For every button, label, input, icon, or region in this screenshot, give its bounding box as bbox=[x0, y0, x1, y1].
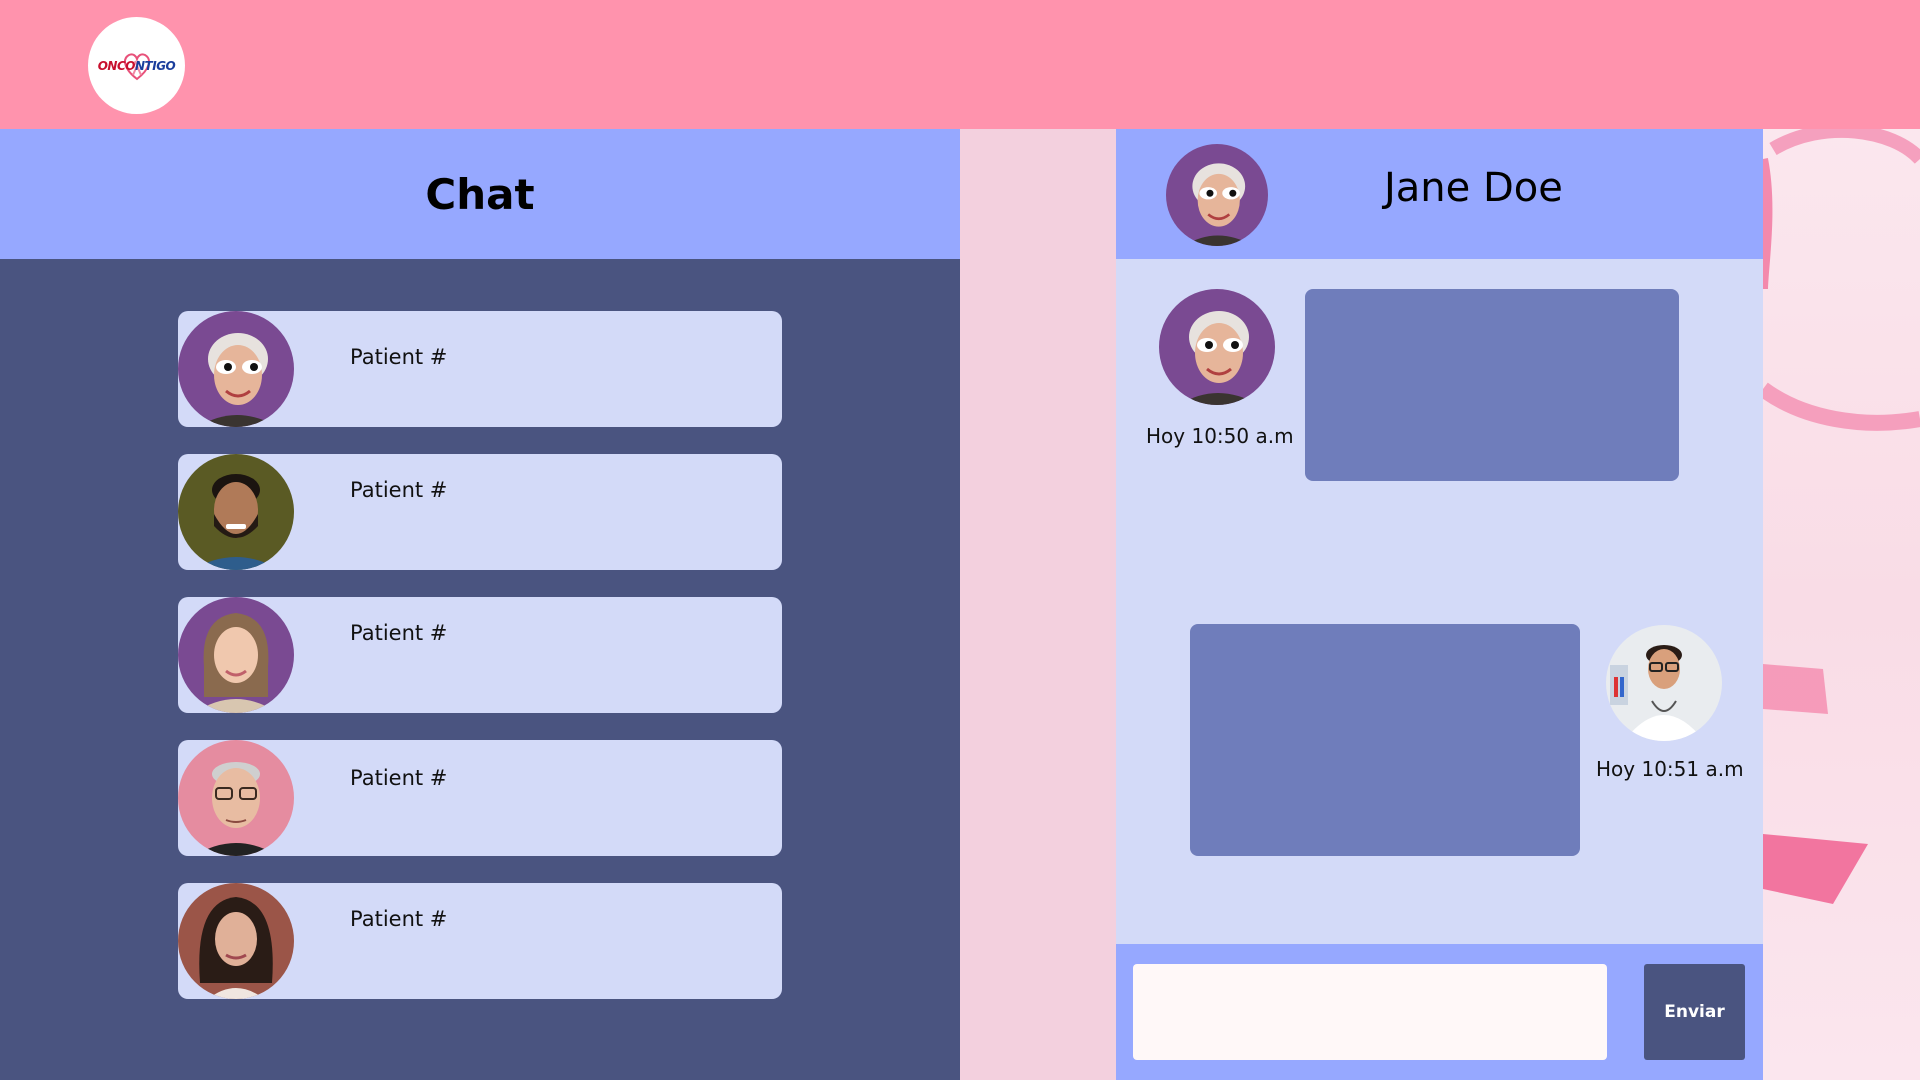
patient-avatar bbox=[178, 597, 294, 713]
avatar-elderly-woman-sunglasses-icon bbox=[1166, 144, 1268, 246]
chat-list-panel: Chat Patient # Patient # Patient # Patie… bbox=[0, 129, 960, 1080]
message-composer: Enviar bbox=[1116, 944, 1763, 1080]
contact-name: Jane Doe bbox=[1384, 165, 1563, 211]
send-button[interactable]: Enviar bbox=[1644, 964, 1745, 1060]
avatar-elderly-woman-sunglasses-icon bbox=[178, 311, 294, 427]
patient-avatar bbox=[178, 311, 294, 427]
avatar-young-woman-icon bbox=[178, 597, 294, 713]
avatar-woman-dark-hair-icon bbox=[178, 883, 294, 999]
chat-list-header: Chat bbox=[0, 129, 960, 259]
patient-card[interactable]: Patient # bbox=[178, 740, 782, 856]
patient-name: Patient # bbox=[350, 621, 448, 645]
conversation-panel: Jane Doe Hoy 10:50 a.m Hoy 10:51 a.m Env… bbox=[1116, 129, 1763, 1080]
pink-ribbon-decoration bbox=[1763, 129, 1920, 904]
patient-avatar bbox=[178, 883, 294, 999]
patient-card[interactable]: Patient # bbox=[178, 454, 782, 570]
patient-avatar bbox=[178, 740, 294, 856]
conversation-header: Jane Doe bbox=[1116, 129, 1763, 259]
patient-name: Patient # bbox=[350, 478, 448, 502]
patient-card[interactable]: Patient # bbox=[178, 311, 782, 427]
chat-title: Chat bbox=[425, 169, 535, 219]
patient-card[interactable]: Patient # bbox=[178, 883, 782, 999]
top-bar: ONCONTIGO bbox=[0, 0, 1920, 129]
decorative-background bbox=[1763, 129, 1920, 1080]
patient-name: Patient # bbox=[350, 345, 448, 369]
patient-avatar bbox=[178, 454, 294, 570]
patient-card[interactable]: Patient # bbox=[178, 597, 782, 713]
avatar-doctor-icon bbox=[1606, 625, 1722, 741]
message-time: Hoy 10:51 a.m bbox=[1596, 757, 1744, 781]
logo-text: ONCONTIGO bbox=[97, 58, 176, 73]
message-input[interactable] bbox=[1133, 964, 1607, 1060]
message-sender-avatar bbox=[1159, 289, 1275, 405]
message-bubble-received bbox=[1305, 289, 1679, 481]
message-sender-avatar bbox=[1606, 625, 1722, 741]
avatar-young-man-beard-icon bbox=[178, 454, 294, 570]
avatar-older-man-glasses-icon bbox=[178, 740, 294, 856]
message-time: Hoy 10:50 a.m bbox=[1146, 424, 1294, 448]
oncontigo-logo[interactable]: ONCONTIGO bbox=[88, 17, 185, 114]
contact-avatar[interactable] bbox=[1166, 144, 1268, 246]
patient-name: Patient # bbox=[350, 766, 448, 790]
message-bubble-sent bbox=[1190, 624, 1580, 856]
patient-name: Patient # bbox=[350, 907, 448, 931]
avatar-elderly-woman-sunglasses-icon bbox=[1159, 289, 1275, 405]
